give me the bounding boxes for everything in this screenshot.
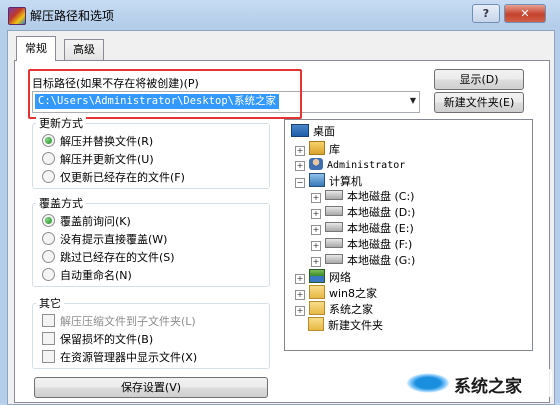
watermark-text: 系统之家 [454, 377, 522, 397]
tab-advanced[interactable]: 高级 [64, 39, 104, 60]
overwrite-option-skip[interactable]: 跳过已经存在的文件(S) [42, 250, 175, 266]
window-title: 解压路径和选项 [30, 9, 115, 23]
tree-item-library[interactable]: + 库 [295, 141, 340, 157]
radio-icon[interactable] [42, 250, 55, 263]
tree-item-drive-f[interactable]: + 本地磁盘 (F:) [311, 237, 412, 253]
annotation-highlight-box [28, 69, 302, 119]
checkbox-icon[interactable] [42, 350, 55, 363]
folder-icon [309, 285, 325, 299]
dialog-body: 常规 高级 目标路径(如果不存在将被创建)(P) C:\Users\Admini… [7, 30, 555, 405]
show-button[interactable]: 显示(D) [434, 69, 524, 90]
radio-selected-icon[interactable] [42, 134, 55, 147]
folder-tree[interactable]: 桌面 + 库 + Administrator − 计算机 + 本地磁盘 (C:) + 本地… [284, 119, 533, 351]
folder-icon [309, 301, 325, 315]
expand-icon[interactable]: + [295, 146, 305, 156]
update-mode-title: 更新方式 [36, 115, 86, 131]
tab-general[interactable]: 常规 [16, 36, 56, 61]
drive-icon [325, 190, 343, 200]
misc-title: 其它 [36, 295, 64, 311]
radio-icon[interactable] [42, 152, 55, 165]
tree-item-drive-d[interactable]: + 本地磁盘 (D:) [311, 205, 415, 221]
tree-item-user[interactable]: + Administrator [295, 157, 405, 173]
overwrite-option-ask[interactable]: 覆盖前询问(K) [42, 214, 131, 230]
update-option-existing-only[interactable]: 仅更新已经存在的文件(F) [42, 170, 185, 186]
radio-selected-icon[interactable] [42, 214, 55, 227]
expand-icon[interactable]: + [311, 209, 321, 219]
tree-item-folder-win8[interactable]: + win8之家 [295, 285, 377, 301]
expand-icon[interactable]: + [295, 290, 305, 300]
library-icon [309, 141, 325, 155]
expand-icon[interactable]: + [311, 225, 321, 235]
expand-icon[interactable]: + [311, 193, 321, 203]
drive-icon [325, 222, 343, 232]
radio-icon[interactable] [42, 170, 55, 183]
overwrite-mode-title: 覆盖方式 [36, 195, 86, 211]
expand-icon[interactable]: + [311, 241, 321, 251]
radio-icon[interactable] [42, 268, 55, 281]
expand-icon[interactable]: + [295, 306, 305, 316]
radio-icon[interactable] [42, 232, 55, 245]
watermark-logo-icon [406, 373, 450, 393]
collapse-icon[interactable]: − [295, 178, 305, 188]
misc-option-subfolder: 解压压缩文件到子文件夹(L) [42, 314, 196, 330]
expand-icon[interactable]: + [295, 161, 305, 171]
tree-item-folder-xitong[interactable]: + 系统之家 [295, 301, 373, 317]
winrar-icon [8, 7, 26, 25]
checkbox-icon [42, 314, 55, 327]
dialog-window: 解压路径和选项 ? ✕ 常规 高级 目标路径(如果不存在将被创建)(P) C:\… [0, 0, 560, 405]
tree-item-drive-e[interactable]: + 本地磁盘 (E:) [311, 221, 414, 237]
computer-icon [309, 173, 325, 187]
misc-option-show-explorer[interactable]: 在资源管理器中显示文件(X) [42, 350, 197, 366]
help-button[interactable]: ? [472, 4, 500, 23]
chevron-down-icon[interactable]: ▼ [410, 96, 416, 105]
tree-item-drive-g[interactable]: + 本地磁盘 (G:) [311, 253, 415, 269]
desktop-icon [291, 124, 309, 137]
tree-item-computer[interactable]: − 计算机 [295, 173, 362, 189]
drive-icon [325, 238, 343, 248]
user-icon [309, 158, 323, 170]
tree-item-desktop[interactable]: 桌面 [291, 124, 335, 140]
overwrite-option-silent[interactable]: 没有提示直接覆盖(W) [42, 232, 167, 248]
update-option-replace[interactable]: 解压并替换文件(R) [42, 134, 153, 150]
save-settings-button[interactable]: 保存设置(V) [34, 377, 268, 398]
title-bar: 解压路径和选项 ? ✕ [0, 0, 560, 30]
network-icon [309, 269, 325, 283]
update-option-update[interactable]: 解压并更新文件(U) [42, 152, 154, 168]
drive-icon [325, 206, 343, 216]
checkbox-icon[interactable] [42, 332, 55, 345]
drive-icon [325, 254, 343, 264]
overwrite-option-rename[interactable]: 自动重命名(N) [42, 268, 132, 284]
misc-option-keep-broken[interactable]: 保留损坏的文件(B) [42, 332, 153, 348]
tree-item-network[interactable]: + 网络 [295, 269, 351, 285]
site-watermark: 系统之家 [402, 369, 552, 397]
folder-icon [308, 317, 324, 331]
expand-icon[interactable]: + [295, 274, 305, 284]
expand-icon[interactable]: + [311, 257, 321, 267]
new-folder-button[interactable]: 新建文件夹(E) [434, 92, 524, 113]
tree-item-drive-c[interactable]: + 本地磁盘 (C:) [311, 189, 414, 205]
close-button[interactable]: ✕ [504, 4, 546, 23]
tree-item-folder-new[interactable]: 新建文件夹 [308, 317, 383, 333]
